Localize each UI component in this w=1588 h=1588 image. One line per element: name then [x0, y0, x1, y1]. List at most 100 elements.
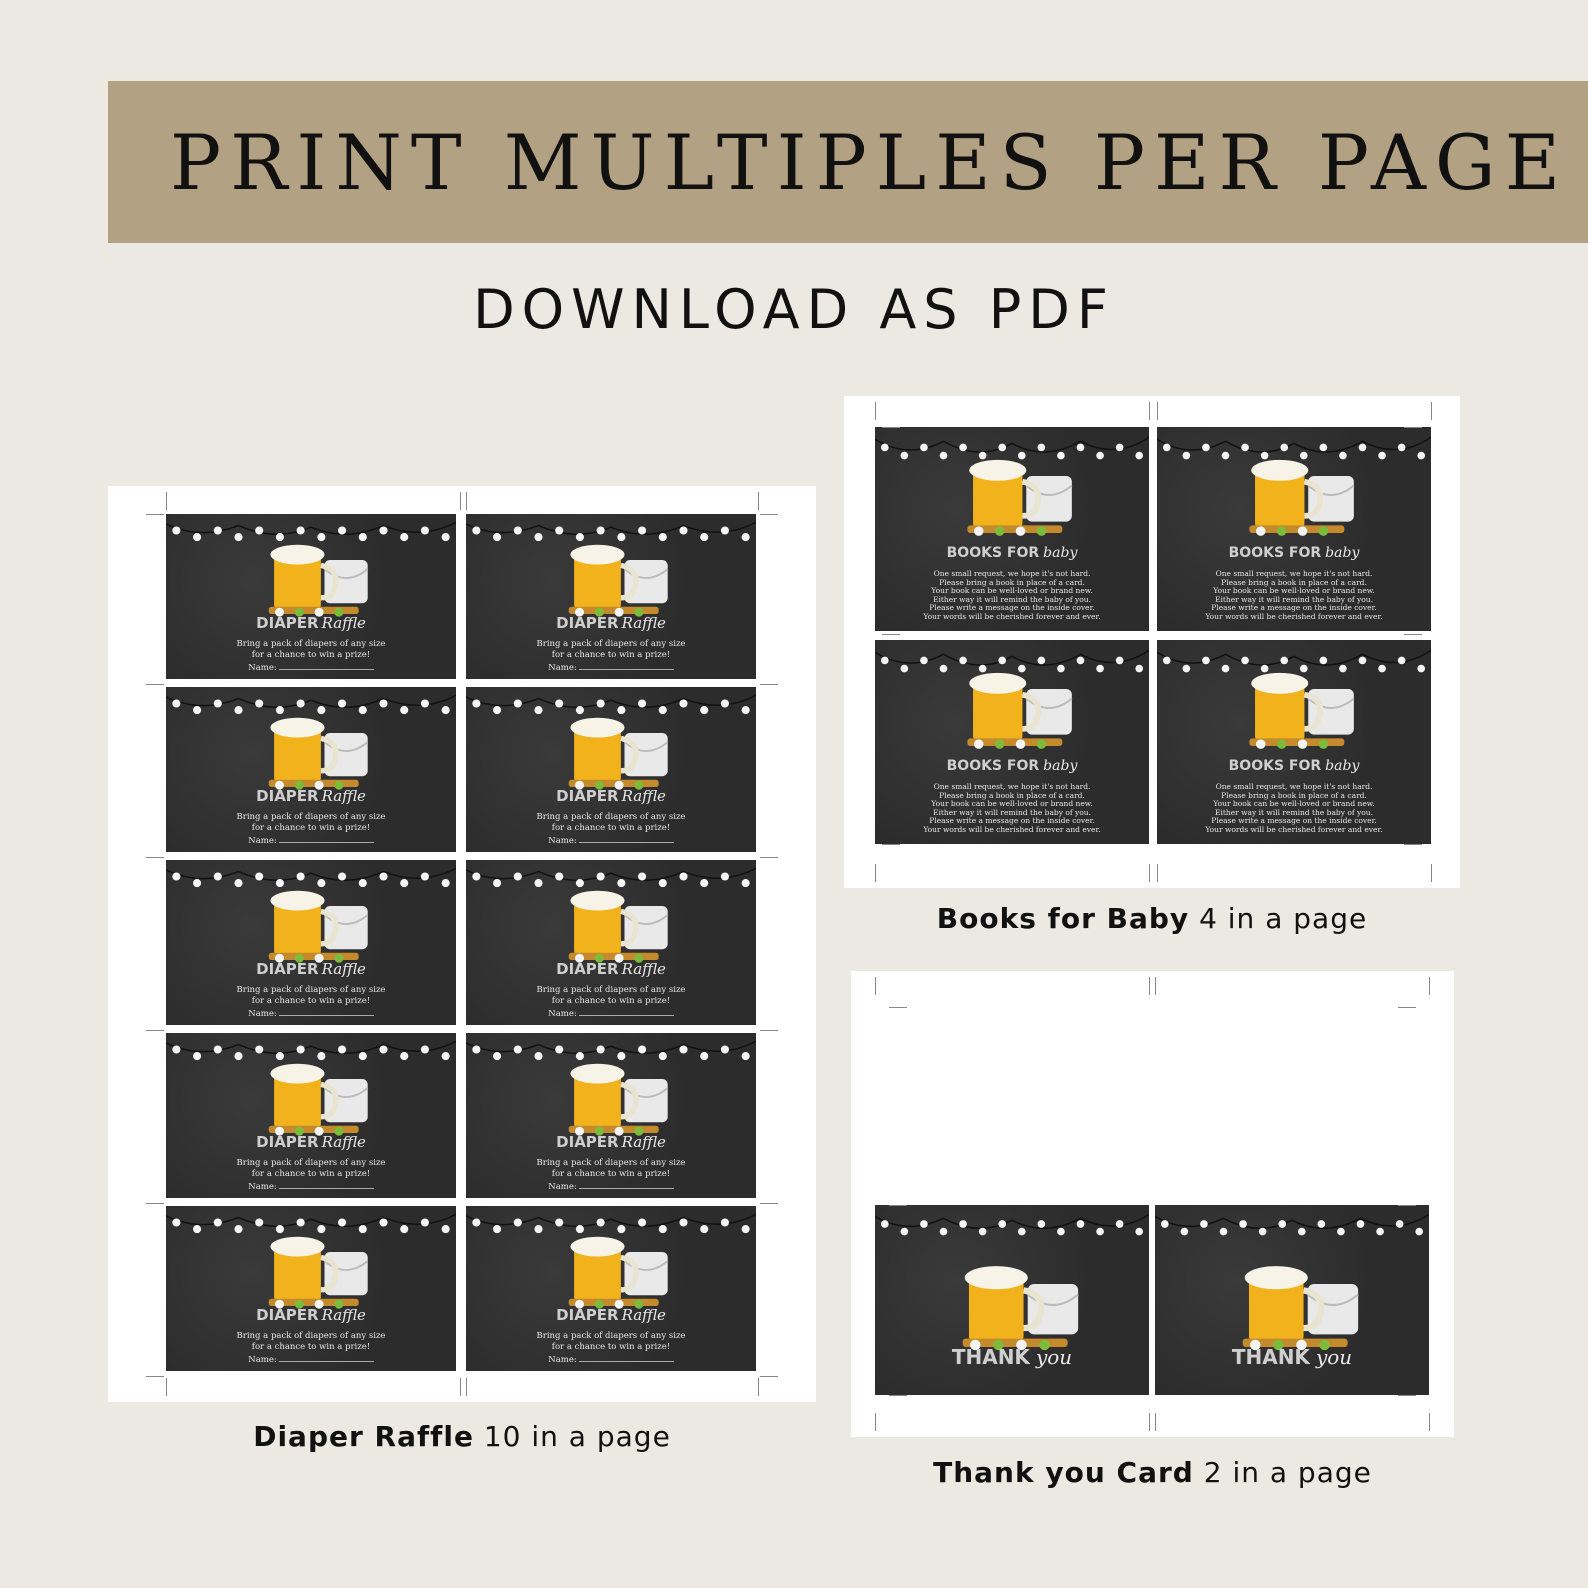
string-lights-icon	[466, 1213, 756, 1234]
card-text-line: Your words will be cherished forever and…	[1205, 611, 1383, 621]
crop-mark	[889, 1205, 907, 1206]
books-for-baby-card: BOOKS FOR baby One small request, we hope …	[875, 640, 1149, 844]
beer-mug-icon	[568, 544, 669, 617]
thank-you-caption-bold: Thank you Card	[933, 1456, 1194, 1489]
beer-mug-icon	[568, 717, 669, 790]
crop-mark	[1429, 977, 1430, 995]
card-title: BOOKS FOR baby	[1157, 758, 1431, 774]
thank-you-caption-count: 2 in a page	[1203, 1456, 1372, 1489]
string-lights-icon	[875, 649, 1149, 673]
name-underline	[278, 1180, 374, 1189]
crop-mark	[758, 492, 759, 510]
books-for-baby-caption-count: 4 in a page	[1199, 902, 1368, 935]
crop-mark	[1149, 402, 1150, 420]
crop-mark	[1404, 844, 1422, 845]
crop-mark	[882, 844, 900, 845]
card-text-line: Your words will be cherished forever and…	[1205, 824, 1383, 834]
card-title-bold: DIAPER	[256, 1133, 319, 1151]
card-text-line: for a chance to win a prize!	[251, 1169, 371, 1179]
beer-mug-icon	[268, 890, 369, 963]
crop-mark	[166, 1378, 167, 1396]
card-text-line: for a chance to win a prize!	[251, 996, 371, 1006]
beer-mug-icon	[568, 1236, 669, 1309]
card-title: BOOKS FOR baby	[1157, 545, 1431, 561]
name-label: Name:	[548, 836, 577, 846]
card-text-line: Your words will be cherished forever and…	[923, 824, 1101, 834]
name-underline	[578, 1180, 674, 1189]
name-underline	[578, 1353, 674, 1362]
card-text-line: Bring a pack of diapers of any size	[236, 639, 386, 649]
diaper-raffle-card: DIAPER Raffle Bring a pack of diapers of a…	[466, 1206, 756, 1371]
crop-mark	[875, 402, 876, 420]
card-title-script: Raffle	[321, 614, 366, 632]
card-title-bold: DIAPER	[556, 787, 619, 805]
string-lights-icon	[166, 867, 456, 888]
string-lights-icon	[166, 521, 456, 542]
crop-mark	[1404, 634, 1422, 635]
crop-mark	[760, 857, 778, 858]
card-title-bold: BOOKS FOR	[1228, 758, 1322, 774]
thank-you-card: THANK you	[1155, 1205, 1429, 1395]
download-subtitle: DOWNLOAD AS PDF	[473, 278, 1115, 341]
name-underline	[578, 1007, 674, 1016]
card-title-script: baby	[1325, 545, 1360, 561]
name-line: Name:	[466, 834, 756, 846]
crop-mark	[1149, 977, 1150, 995]
card-text-line: Your words will be cherished forever and…	[923, 611, 1101, 621]
crop-mark	[875, 977, 876, 995]
card-title-script: Raffle	[621, 614, 666, 632]
card-title: DIAPER Raffle	[466, 614, 756, 632]
beer-mug-icon	[962, 1266, 1079, 1351]
card-title: THANK you	[875, 1345, 1149, 1369]
name-label: Name:	[248, 663, 277, 673]
card-title: DIAPER Raffle	[466, 1133, 756, 1151]
crop-mark	[760, 514, 778, 515]
books-for-baby-card: BOOKS FOR baby One small request, we hope …	[1157, 427, 1431, 631]
card-title-script: Raffle	[621, 960, 666, 978]
string-lights-icon	[1155, 1213, 1429, 1236]
crop-mark	[466, 1378, 467, 1396]
beer-mug-icon	[268, 717, 369, 790]
crop-mark	[1398, 1007, 1416, 1008]
crop-mark	[1149, 1413, 1150, 1431]
name-label: Name:	[248, 836, 277, 846]
card-title-script: Raffle	[621, 787, 666, 805]
name-underline	[278, 1007, 374, 1016]
name-line: Name:	[166, 661, 456, 673]
crop-mark	[466, 492, 467, 510]
name-line: Name:	[466, 1007, 756, 1019]
card-text-line: for a chance to win a prize!	[251, 650, 371, 660]
crop-mark	[1398, 1395, 1416, 1396]
thank-you-caption: Thank you Card 2 in a page	[851, 1456, 1454, 1489]
beer-mug-icon	[568, 890, 669, 963]
string-lights-icon	[466, 867, 756, 888]
string-lights-icon	[466, 694, 756, 715]
name-underline	[578, 661, 674, 670]
card-title-script: Raffle	[321, 960, 366, 978]
books-for-baby-caption: Books for Baby 4 in a page	[844, 902, 1460, 935]
crop-mark	[166, 492, 167, 510]
card-text-line: Bring a pack of diapers of any size	[536, 1158, 686, 1168]
crop-mark	[1404, 427, 1422, 428]
card-title-bold: DIAPER	[556, 1306, 619, 1324]
string-lights-icon	[166, 1213, 456, 1234]
name-label: Name:	[548, 1182, 577, 1192]
beer-mug-icon	[268, 1063, 369, 1136]
crop-mark	[889, 1007, 907, 1008]
card-title-script: you	[1315, 1345, 1353, 1369]
crop-mark	[146, 1030, 164, 1031]
name-line: Name:	[166, 834, 456, 846]
diaper-raffle-card: DIAPER Raffle Bring a pack of diapers of a…	[166, 1033, 456, 1198]
crop-mark	[889, 1395, 907, 1396]
name-line: Name:	[466, 1180, 756, 1192]
thank-you-sheet: THANK you THANK you	[851, 971, 1454, 1437]
beer-mug-icon	[1249, 459, 1355, 536]
card-text-line: for a chance to win a prize!	[551, 1169, 671, 1179]
card-text-line: for a chance to win a prize!	[551, 1342, 671, 1352]
card-text-line: for a chance to win a prize!	[551, 650, 671, 660]
crop-mark	[875, 1413, 876, 1431]
card-title: BOOKS FOR baby	[875, 758, 1149, 774]
card-title: DIAPER Raffle	[166, 1306, 456, 1324]
card-text-line: Bring a pack of diapers of any size	[236, 1331, 386, 1341]
beer-mug-icon	[967, 672, 1073, 749]
